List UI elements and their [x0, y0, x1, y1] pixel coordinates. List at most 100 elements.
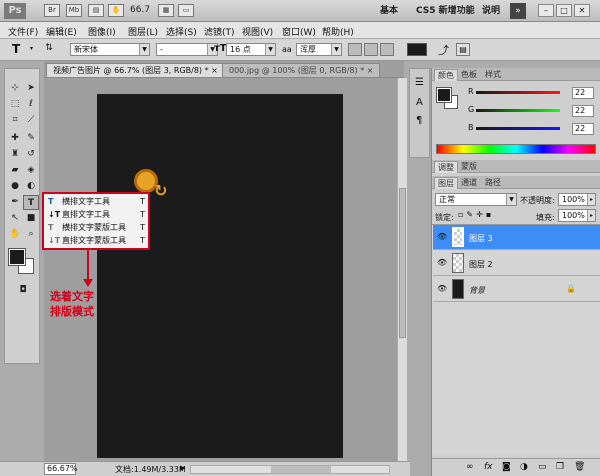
align-left-button[interactable]	[348, 43, 362, 56]
align-right-button[interactable]	[380, 43, 394, 56]
minimize-icon[interactable]: –	[538, 4, 554, 17]
font-size-select[interactable]: 16 点 ▼	[226, 43, 276, 56]
screen-mode-icon[interactable]: ▭	[178, 4, 194, 17]
flyout-item-horizontal-type[interactable]: T 横排文字工具 T	[48, 196, 148, 208]
eye-icon[interactable]: 👁	[437, 233, 447, 241]
tab-channels[interactable]: 通道	[458, 177, 480, 189]
align-center-button[interactable]	[364, 43, 378, 56]
foreground-color-swatch[interactable]	[8, 248, 26, 266]
flyout-item-vertical-type[interactable]: ↓T 直排文字工具 T	[48, 209, 148, 221]
close-tab-icon[interactable]: ×	[367, 66, 374, 75]
text-color-swatch[interactable]	[407, 43, 427, 56]
slider-value[interactable]: 22	[572, 105, 594, 117]
character-panel-icon[interactable]: ▤	[456, 43, 470, 56]
arrange-documents-icon[interactable]: ▦	[158, 4, 174, 17]
adjustment-layer-icon[interactable]: ◑	[520, 462, 528, 472]
antialias-select[interactable]: 浑厚 ▼	[296, 43, 342, 56]
more-workspaces-icon[interactable]: »	[510, 3, 526, 19]
menu-window[interactable]: 窗口(W)	[282, 25, 316, 38]
layer-row[interactable]: 👁 图层 2	[433, 251, 600, 276]
workspace-help[interactable]: 说明	[482, 4, 500, 18]
marquee-tool-icon[interactable]: ⬚	[7, 97, 23, 112]
maximize-icon[interactable]: □	[556, 4, 572, 17]
status-menu-icon[interactable]: ▶	[180, 464, 185, 472]
document-canvas[interactable]	[97, 94, 343, 458]
zoom-status-field[interactable]: 66.67%	[44, 463, 78, 475]
color-spectrum-ramp[interactable]	[436, 144, 596, 154]
layer-row[interactable]: 👁 背景 🔒	[433, 277, 600, 302]
slider-green[interactable]: G 22	[468, 105, 598, 117]
menu-image[interactable]: 图像(I)	[88, 25, 116, 38]
tab-adjustments[interactable]: 调整	[434, 161, 458, 173]
menu-select[interactable]: 选择(S)	[166, 25, 197, 38]
new-layer-icon[interactable]: ❐	[556, 462, 564, 472]
add-mask-icon[interactable]: ◙	[502, 462, 511, 472]
history-panel-icon[interactable]: ☰	[415, 77, 424, 88]
font-family-select[interactable]: 新宋体 ▼	[70, 43, 150, 56]
tab-swatches[interactable]: 色板	[458, 69, 480, 81]
blend-mode-select[interactable]: 正常 ▼	[435, 193, 517, 206]
stamp-tool-icon[interactable]: ♜	[7, 147, 23, 162]
tab-masks[interactable]: 蒙版	[458, 161, 480, 173]
eyedropper-tool-icon[interactable]: ⟋	[23, 113, 39, 128]
menu-edit[interactable]: 编辑(E)	[46, 25, 77, 38]
zoom-tool-icon[interactable]: ⌕	[23, 227, 39, 242]
history-brush-tool-icon[interactable]: ↺	[23, 147, 39, 162]
hand-icon[interactable]: ✋	[108, 4, 124, 17]
eye-icon[interactable]: 👁	[437, 259, 447, 267]
document-tab-inactive[interactable]: 000.jpg @ 100% (图层 0, RGB/8) * ×	[222, 63, 381, 77]
menu-help[interactable]: 帮助(H)	[322, 25, 354, 38]
green-gradient-track[interactable]	[476, 109, 560, 112]
preset-dropdown-icon[interactable]: ▾	[30, 45, 33, 52]
type-tool-icon[interactable]: T	[23, 195, 39, 210]
shape-tool-icon[interactable]: ■	[23, 211, 39, 226]
color-foreground-swatch[interactable]	[436, 87, 452, 103]
link-layers-icon[interactable]: ∞	[466, 462, 474, 472]
layer-style-icon[interactable]: fx	[484, 462, 493, 472]
slider-value[interactable]: 22	[572, 87, 594, 99]
tab-paths[interactable]: 路径	[482, 177, 504, 189]
opacity-field[interactable]: 100% ▸	[558, 193, 596, 206]
tab-layers[interactable]: 图层	[434, 177, 458, 189]
warp-text-icon[interactable]: ⤴	[438, 42, 449, 58]
workspace-cs5-new[interactable]: CS5 新增功能	[416, 4, 475, 18]
quick-mask-icon[interactable]: ◘	[15, 283, 31, 298]
bridge-icon[interactable]: Br	[44, 4, 60, 17]
document-tab-active[interactable]: 视频广告图片 @ 66.7% (图层 3, RGB/8) * ×	[46, 63, 225, 77]
mini-bridge-icon[interactable]: Mb	[66, 4, 82, 17]
layer-row[interactable]: 👁 图层 3	[433, 225, 600, 250]
dodge-tool-icon[interactable]: ◐	[23, 179, 39, 194]
crop-tool-icon[interactable]: ⌗	[7, 113, 23, 128]
menu-layer[interactable]: 图层(L)	[128, 25, 158, 38]
fill-field[interactable]: 100% ▸	[558, 209, 596, 222]
close-icon[interactable]: ✕	[574, 4, 590, 17]
view-extras-icon[interactable]: ▤	[88, 4, 104, 17]
slider-blue[interactable]: B 22	[468, 123, 598, 135]
menu-filter[interactable]: 滤镜(T)	[204, 25, 235, 38]
tab-styles[interactable]: 样式	[482, 69, 504, 81]
lasso-tool-icon[interactable]: ℓ	[23, 97, 39, 112]
menu-file[interactable]: 文件(F)	[8, 25, 38, 38]
move-tool-icon[interactable]: ⊹	[7, 81, 23, 96]
menu-view[interactable]: 视图(V)	[242, 25, 273, 38]
slider-red[interactable]: R 22	[468, 87, 598, 99]
vertical-scrollbar[interactable]	[397, 78, 407, 462]
red-gradient-track[interactable]	[476, 91, 560, 94]
toggle-orientation-icon[interactable]: ⇅	[42, 43, 56, 56]
character-icon[interactable]: A	[416, 97, 423, 108]
scrollbar-thumb[interactable]	[399, 188, 406, 338]
slider-value[interactable]: 22	[572, 123, 594, 135]
workspace-essentials[interactable]: 基本	[380, 4, 398, 18]
blur-tool-icon[interactable]: ●	[7, 179, 23, 194]
lock-options-icons[interactable]: ▫✎✛▪	[458, 210, 494, 219]
paragraph-icon[interactable]: ¶	[416, 115, 422, 126]
healing-tool-icon[interactable]: ✚	[7, 131, 23, 146]
scrollbar-thumb[interactable]	[271, 466, 331, 473]
path-selection-tool-icon[interactable]: ↖	[7, 211, 23, 226]
hand-tool-icon[interactable]: ✋	[7, 227, 23, 242]
tab-color[interactable]: 颜色	[434, 69, 458, 81]
eye-icon[interactable]: 👁	[437, 285, 447, 293]
paint-bucket-tool-icon[interactable]: ◈	[23, 163, 39, 178]
new-group-icon[interactable]: ▭	[538, 462, 547, 472]
horizontal-scrollbar[interactable]	[190, 465, 390, 474]
